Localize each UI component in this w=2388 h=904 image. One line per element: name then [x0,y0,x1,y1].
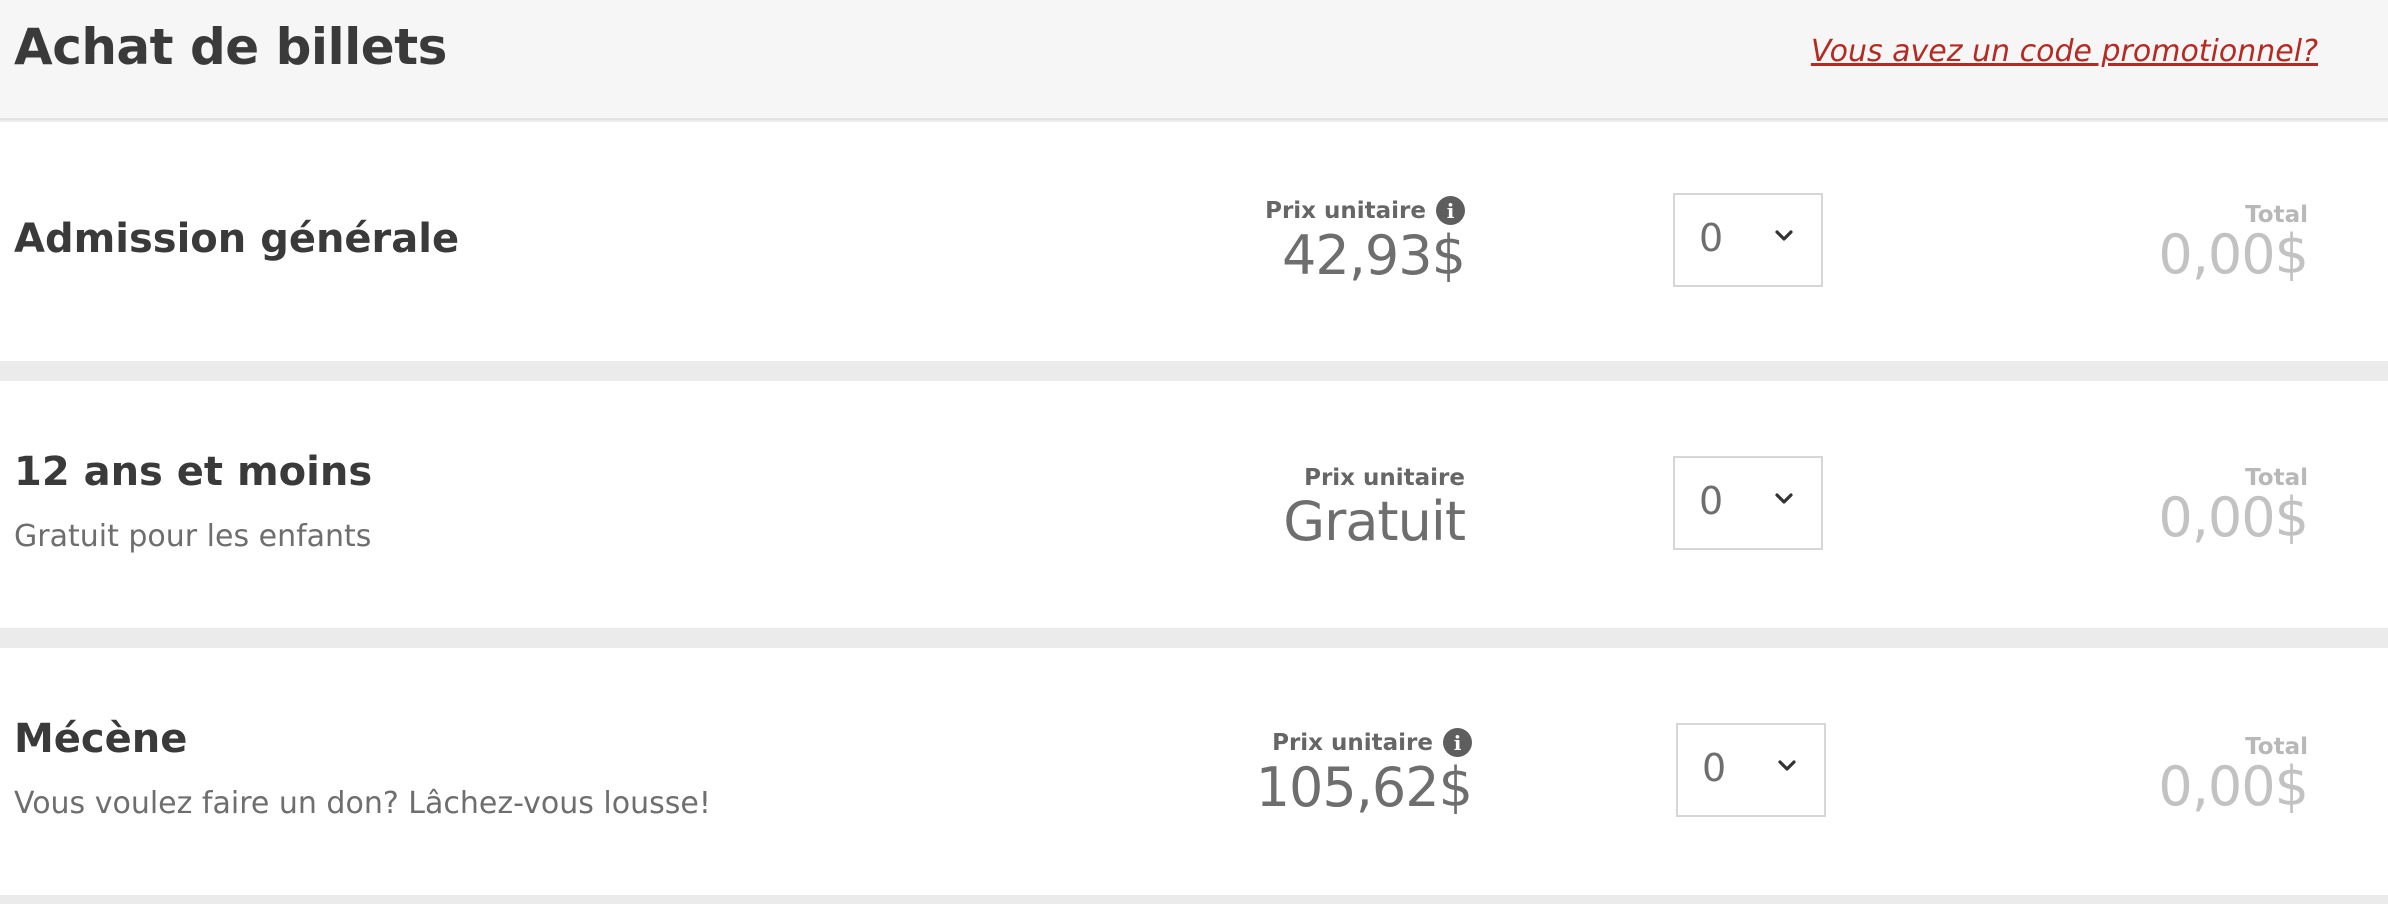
quantity-value: 0 [1699,479,1724,523]
info-icon[interactable]: i [1443,728,1472,757]
unit-price-label-row: Prix unitaire i [1256,728,1472,757]
ticket-row-patron: Mécène Vous voulez faire un don? Lâchez-… [0,648,2388,895]
page-title: Achat de billets [14,18,447,76]
quantity-select[interactable]: 0 [1673,193,1823,287]
ticket-row-children: 12 ans et moins Gratuit pour les enfants… [0,381,2388,628]
page-header: Achat de billets Vous avez un code promo… [0,0,2388,120]
unit-price-value: 42,93$ [1282,224,1466,287]
promo-code-link[interactable]: Vous avez un code promotionnel? [1811,34,2318,69]
total-value: 0,00$ [2158,223,2309,286]
total-value: 0,00$ [2158,755,2309,818]
unit-price-value: 105,62$ [1255,756,1473,819]
total-block: Total 0,00$ [2158,202,2309,286]
unit-price-label: Prix unitaire [1272,729,1433,756]
unit-price-label-row: Prix unitaire i [1265,196,1465,225]
chevron-down-icon [1778,760,1796,771]
ticket-description: Vous voulez faire un don? Lâchez-vous lo… [14,786,711,821]
total-block: Total 0,00$ [2158,734,2309,818]
ticket-name: Mécène [14,716,188,762]
quantity-select[interactable]: 0 [1673,456,1823,550]
unit-price-label: Prix unitaire [1265,197,1426,224]
ticket-description: Gratuit pour les enfants [14,519,372,554]
info-icon[interactable]: i [1436,196,1465,225]
unit-price-block: Prix unitaire Gratuit [1283,465,1466,553]
chevron-down-icon [1775,493,1793,504]
total-block: Total 0,00$ [2158,465,2309,549]
quantity-value: 0 [1699,216,1724,260]
unit-price-label: Prix unitaire [1304,465,1465,491]
total-value: 0,00$ [2158,486,2309,549]
quantity-value: 0 [1702,746,1727,790]
chevron-down-icon [1775,230,1793,241]
quantity-select[interactable]: 0 [1676,723,1826,817]
ticket-name: Admission générale [14,216,460,262]
ticket-row-general-admission: Admission générale Prix unitaire i 42,93… [0,122,2388,361]
unit-price-value: Gratuit [1283,490,1466,553]
unit-price-label-row: Prix unitaire [1283,465,1465,491]
unit-price-block: Prix unitaire i 42,93$ [1265,196,1466,287]
unit-price-block: Prix unitaire i 105,62$ [1255,728,1473,819]
ticket-name: 12 ans et moins [14,449,373,495]
